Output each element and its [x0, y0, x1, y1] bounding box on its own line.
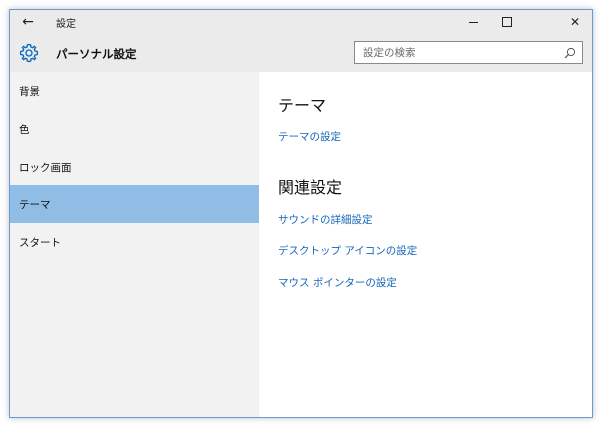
search-input[interactable]	[355, 42, 563, 63]
search-box[interactable]	[354, 41, 583, 64]
mouse-pointer-settings-link[interactable]: マウス ポインターの設定	[278, 275, 397, 290]
theme-settings-link[interactable]: テーマの設定	[278, 129, 341, 144]
page-title: パーソナル設定	[56, 47, 137, 61]
section-title-theme: テーマ	[278, 96, 327, 115]
page-header: パーソナル設定	[10, 34, 592, 72]
section-title-related-settings: 関連設定	[278, 178, 343, 197]
sidebar-item-label: テーマ	[19, 198, 51, 211]
sidebar-item-label: 色	[19, 123, 30, 136]
sidebar-item-label: スタート	[19, 236, 61, 249]
back-button[interactable]: ←	[10, 10, 46, 34]
sidebar: 背景 色 ロック画面 テーマ スタート	[10, 72, 259, 417]
minimize-button[interactable]	[456, 10, 490, 34]
desktop-icon-settings-link[interactable]: デスクトップ アイコンの設定	[278, 243, 417, 258]
sidebar-item-colors[interactable]: 色	[10, 110, 259, 148]
close-icon: ✕	[569, 15, 581, 29]
gear-icon	[19, 43, 39, 63]
sidebar-item-themes[interactable]: テーマ	[10, 185, 259, 223]
sidebar-item-start[interactable]: スタート	[10, 223, 259, 261]
sidebar-item-label: 背景	[19, 85, 40, 98]
settings-window: ← 設定 ✕ パーソナル設定 背景	[9, 9, 593, 418]
back-arrow-icon: ←	[22, 14, 34, 30]
minimize-icon	[468, 21, 478, 23]
close-button[interactable]: ✕	[558, 10, 592, 34]
advanced-sound-settings-link[interactable]: サウンドの詳細設定	[278, 212, 373, 227]
maximize-button[interactable]	[490, 10, 524, 34]
title-bar: ← 設定 ✕	[10, 10, 592, 34]
sidebar-item-lock-screen[interactable]: ロック画面	[10, 148, 259, 186]
search-icon[interactable]	[564, 47, 576, 59]
main-content: テーマ テーマの設定 関連設定 サウンドの詳細設定 デスクトップ アイコンの設定…	[259, 72, 592, 417]
window-title: 設定	[56, 19, 76, 30]
sidebar-item-label: ロック画面	[19, 161, 72, 174]
maximize-icon	[502, 17, 512, 27]
sidebar-item-background[interactable]: 背景	[10, 72, 259, 110]
